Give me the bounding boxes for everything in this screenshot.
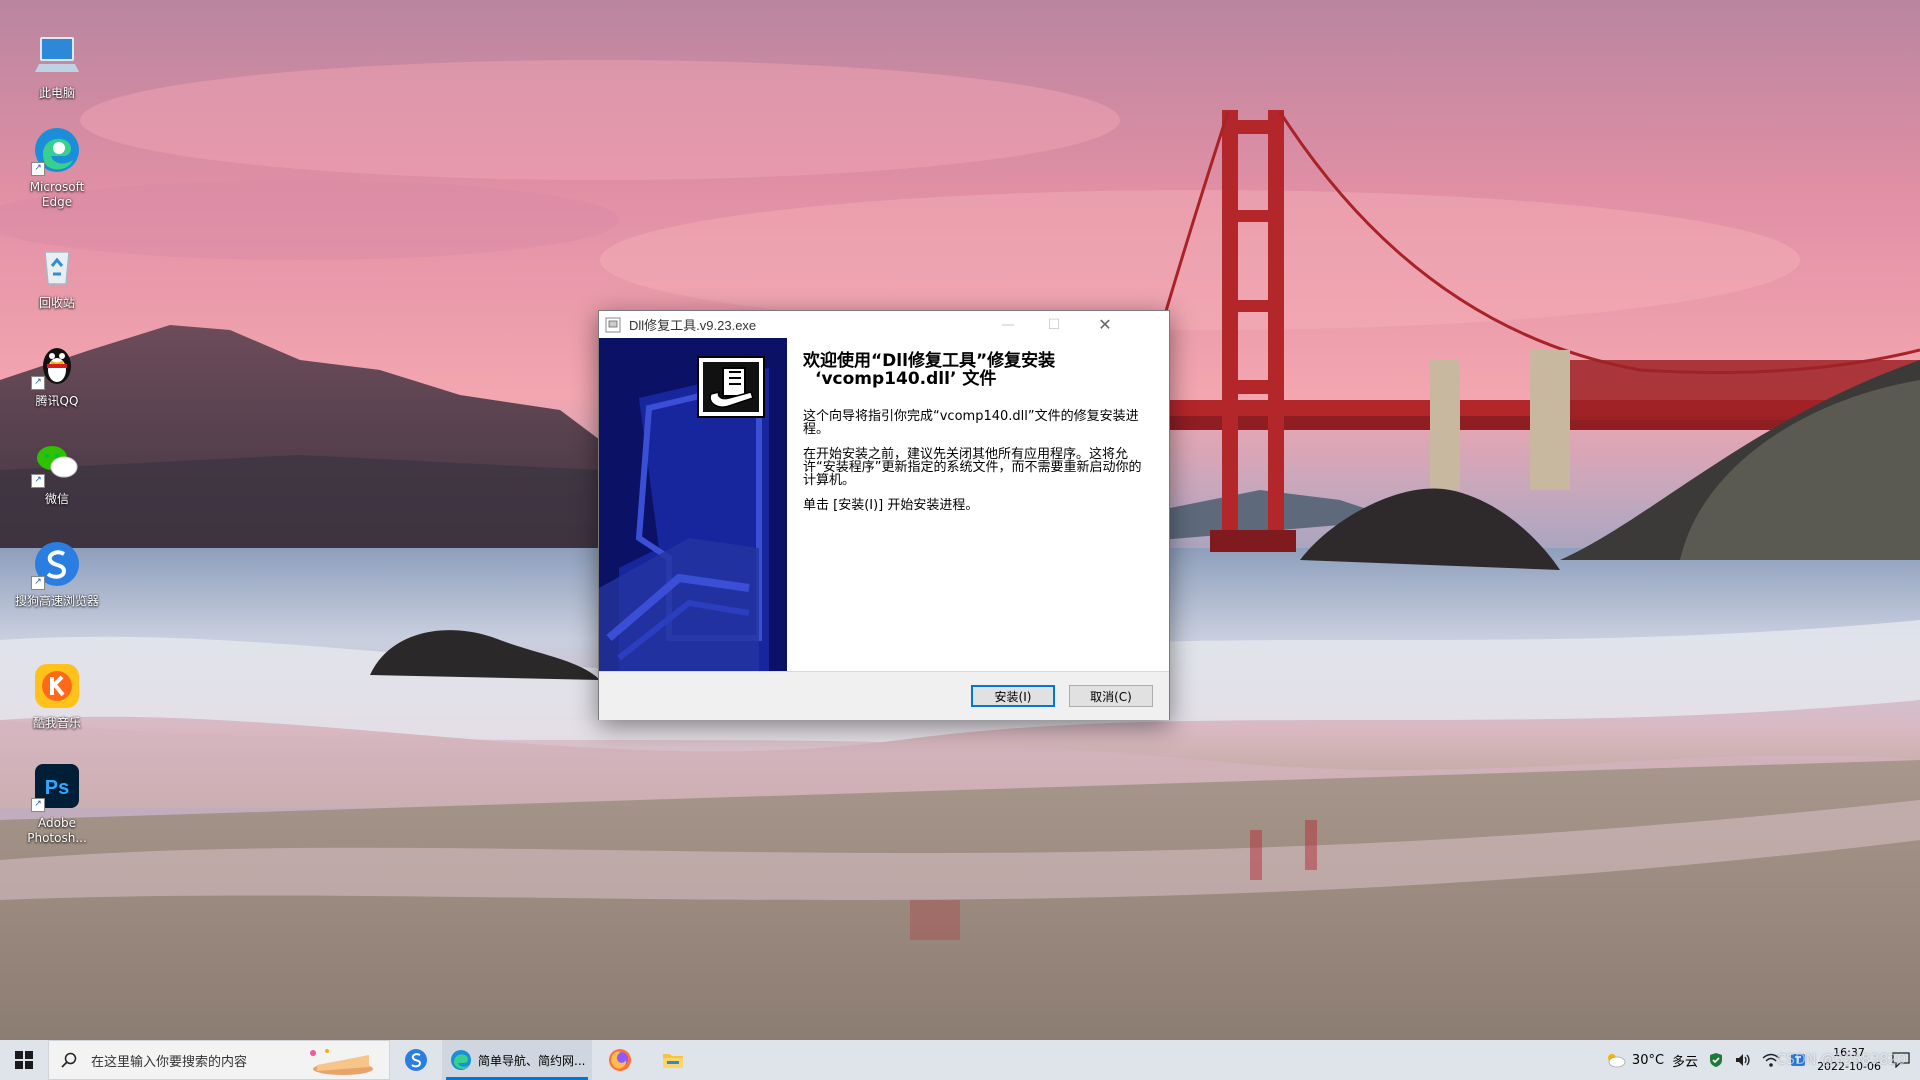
taskbar-search-box[interactable]: 在这里输入你要搜索的内容 (48, 1040, 390, 1080)
speaker-icon (1736, 1054, 1750, 1066)
taskbar-app-file-explorer[interactable] (648, 1040, 698, 1080)
wizard-side-banner (599, 338, 787, 671)
svg-text:Ps: Ps (45, 777, 69, 799)
desktop-icon-photoshop[interactable]: Ps ↗ Adobe Photosh... (14, 760, 100, 846)
volume-tray[interactable] (1734, 1052, 1752, 1068)
cloud-weather-icon (1607, 1054, 1626, 1068)
wizard-content: 欢迎使用“Dll修复工具”修复安装 ‘vcomp140.dll’ 文件 这个向导… (803, 352, 1153, 512)
desktop-icon-sogou-browser[interactable]: ↗ 搜狗高速浏览器 (14, 538, 100, 609)
cancel-button[interactable]: 取消(C) (1069, 685, 1153, 707)
dialog-title: Dll修复工具.v9.23.exe (629, 318, 757, 333)
shield-icon (1710, 1053, 1723, 1067)
wizard-intro-text: 这个向导将指引你完成“vcomp140.dll”文件的修复安装进程。 (803, 409, 1139, 437)
maximize-button[interactable]: ☐ (1031, 311, 1077, 338)
recycle-bin-icon (31, 240, 83, 292)
taskbar-app-edge[interactable]: 简单导航、简约网... (442, 1040, 592, 1080)
photoshop-icon: Ps ↗ (31, 760, 83, 812)
desktop-icon-edge[interactable]: ↗ Microsoft Edge (14, 124, 100, 210)
desktop-icon-kuwo-music[interactable]: 酷我音乐 (14, 660, 100, 731)
taskbar-app-firefox[interactable] (592, 1040, 648, 1080)
edge-icon (451, 1050, 471, 1070)
weather-temperature: 30°C (1631, 1052, 1665, 1068)
taskbar-app-sogou-browser[interactable] (390, 1040, 442, 1080)
computer-icon (31, 30, 83, 82)
minimize-button[interactable]: — (985, 311, 1031, 338)
wizard-heading-line1: 欢迎使用“Dll修复工具”修复安装 (803, 351, 1056, 371)
sogou-browser-icon: ↗ (31, 538, 83, 590)
close-button[interactable]: ✕ (1077, 311, 1133, 338)
wizard-heading: 欢迎使用“Dll修复工具”修复安装 ‘vcomp140.dll’ 文件 (803, 352, 1153, 388)
qq-penguin-icon: ↗ (31, 338, 83, 390)
watermark-text: CSDN @55583820 (1776, 1052, 1906, 1068)
firefox-icon (609, 1049, 631, 1071)
search-highlight-icon (303, 1045, 383, 1077)
taskbar: 在这里输入你要搜索的内容 简单导航、简约网... 30°C 多云 16:37 2… (0, 1040, 1920, 1080)
search-icon (61, 1052, 77, 1068)
dialog-footer: 安装(I) 取消(C) (599, 671, 1169, 720)
installer-app-icon (605, 317, 621, 332)
installer-dialog: Dll修复工具.v9.23.exe — ☐ ✕ 欢迎使用“Dll修复工具”修复安… (598, 310, 1170, 720)
wechat-icon: ↗ (31, 436, 83, 488)
edge-window-title: 简单导航、简约网... (478, 1053, 586, 1068)
weather-widget[interactable]: 30°C 多云 (1604, 1051, 1698, 1070)
wizard-instruction-text: 单击 [安装(I)] 开始安装进程。 (803, 498, 979, 513)
kuwo-music-icon (31, 660, 83, 712)
weather-description: 多云 (1672, 1054, 1699, 1070)
desktop-icon-recycle-bin[interactable]: 回收站 (14, 240, 100, 311)
install-button[interactable]: 安装(I) (971, 685, 1055, 707)
desktop-icon-qq[interactable]: ↗ 腾讯QQ (14, 338, 100, 409)
desktop-icon-this-pc[interactable]: 此电脑 (14, 30, 100, 101)
sogou-browser-icon (405, 1049, 427, 1071)
dialog-titlebar[interactable]: Dll修复工具.v9.23.exe — ☐ ✕ (599, 311, 1169, 338)
wizard-advice-text: 在开始安装之前，建议先关闭其他所有应用程序。这将允许“安装程序”更新指定的系统文… (803, 447, 1142, 488)
dialog-body: 欢迎使用“Dll修复工具”修复安装 ‘vcomp140.dll’ 文件 这个向导… (599, 338, 1169, 671)
folder-icon (663, 1054, 683, 1068)
edge-icon: ↗ (31, 124, 83, 176)
desktop-icon-wechat[interactable]: ↗ 微信 (14, 436, 100, 507)
installer-logo-icon (697, 356, 765, 418)
wizard-heading-line2: ‘vcomp140.dll’ 文件 (815, 369, 997, 389)
security-tray[interactable] (1708, 1052, 1724, 1068)
start-button[interactable] (0, 1040, 48, 1080)
search-placeholder: 在这里输入你要搜索的内容 (91, 1054, 248, 1070)
windows-logo-icon (15, 1051, 33, 1069)
